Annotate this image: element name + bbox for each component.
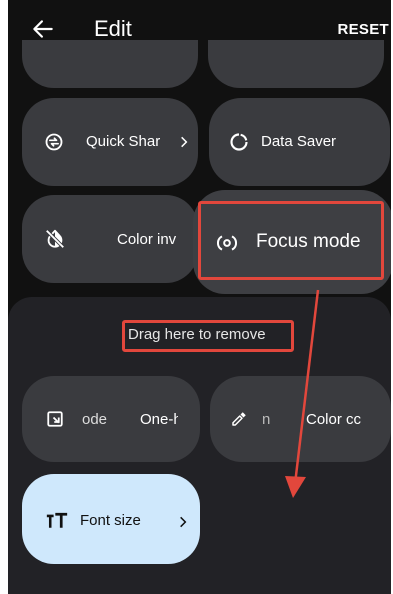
tile-one-handed-mode[interactable]: ode One-h <box>22 376 200 462</box>
tile-label: Font size <box>80 512 141 529</box>
tile-color-correction[interactable]: n Color cc <box>210 376 391 462</box>
tile-partial-top-right[interactable] <box>208 40 384 88</box>
tile-quick-share[interactable]: Quick Shar <box>22 98 198 186</box>
focus-mode-icon <box>217 235 237 251</box>
quick-settings-edit-screen: Edit RESET Quick Shar Data Saver Color i… <box>8 0 391 594</box>
font-size-icon <box>46 512 68 528</box>
reset-button[interactable]: RESET <box>337 20 389 40</box>
tile-label: One-h <box>140 411 178 428</box>
eyedropper-icon <box>232 412 246 426</box>
tile-focus-mode[interactable]: Focus mode <box>193 190 391 294</box>
chevron-right-icon <box>180 516 187 528</box>
tile-label-secondary: n <box>262 411 271 428</box>
tile-label-secondary: ode <box>82 411 108 428</box>
one-handed-mode-icon <box>47 411 63 427</box>
tile-label: Data Saver <box>261 133 337 150</box>
tile-label: Color inv <box>117 231 177 248</box>
tile-label: Focus mode <box>256 231 361 252</box>
tile-data-saver[interactable]: Data Saver <box>209 98 390 186</box>
tile-font-size[interactable]: Font size <box>22 474 200 564</box>
back-arrow-icon[interactable] <box>30 16 56 42</box>
tile-partial-top-left[interactable] <box>22 40 198 88</box>
tile-label: Quick Shar <box>86 133 161 150</box>
data-saver-icon <box>230 133 248 151</box>
tile-label: Color cc <box>306 411 362 428</box>
quick-share-icon <box>45 133 63 151</box>
drag-to-remove-instruction: Drag here to remove <box>128 326 266 343</box>
chevron-right-icon <box>181 136 188 148</box>
page-title: Edit <box>94 16 132 41</box>
invert-colors-off-icon <box>45 229 65 249</box>
tile-color-inversion[interactable]: Color inv <box>22 195 198 283</box>
